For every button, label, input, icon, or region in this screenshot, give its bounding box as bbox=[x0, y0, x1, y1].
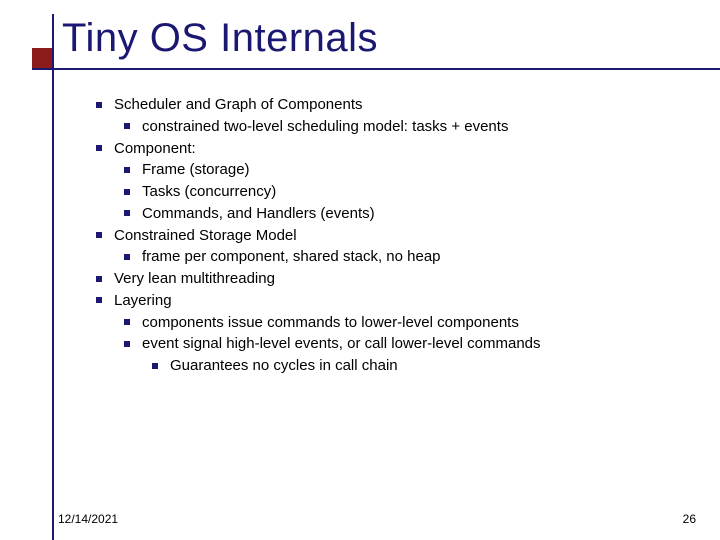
bullet-text: Layering bbox=[114, 292, 172, 309]
list-item: Frame (storage) bbox=[120, 159, 690, 181]
bullet-text: event signal high-level events, or call … bbox=[142, 335, 541, 352]
slide-title: Tiny OS Internals bbox=[62, 16, 378, 61]
bullet-text: Constrained Storage Model bbox=[114, 227, 297, 244]
list-item: constrained two-level scheduling model: … bbox=[120, 116, 690, 138]
list-item: frame per component, shared stack, no he… bbox=[120, 246, 690, 268]
list-item: Component: Frame (storage) Tasks (concur… bbox=[92, 138, 690, 225]
list-item: Scheduler and Graph of Components constr… bbox=[92, 94, 690, 138]
list-item: Guarantees no cycles in call chain bbox=[148, 355, 690, 377]
bullet-text: Tasks (concurrency) bbox=[142, 183, 276, 200]
bullet-text: Very lean multithreading bbox=[114, 270, 275, 287]
list-item: Tasks (concurrency) bbox=[120, 181, 690, 203]
list-item: Layering components issue commands to lo… bbox=[92, 290, 690, 377]
bullet-text: frame per component, shared stack, no he… bbox=[142, 248, 441, 265]
footer-date: 12/14/2021 bbox=[58, 512, 118, 526]
bullet-text: Commands, and Handlers (events) bbox=[142, 205, 375, 222]
accent-square-icon bbox=[32, 48, 52, 68]
list-item: Very lean multithreading bbox=[92, 268, 690, 290]
bullet-text: components issue commands to lower-level… bbox=[142, 314, 519, 331]
slide-body: Scheduler and Graph of Components constr… bbox=[92, 94, 690, 377]
bullet-text: Frame (storage) bbox=[142, 161, 250, 178]
list-item: event signal high-level events, or call … bbox=[120, 333, 690, 377]
footer-page-number: 26 bbox=[683, 512, 696, 526]
bullet-text: Guarantees no cycles in call chain bbox=[170, 357, 398, 374]
bullet-text: constrained two-level scheduling model: … bbox=[142, 118, 508, 135]
list-item: Commands, and Handlers (events) bbox=[120, 203, 690, 225]
horizontal-rule bbox=[32, 68, 720, 70]
list-item: components issue commands to lower-level… bbox=[120, 312, 690, 334]
list-item: Constrained Storage Model frame per comp… bbox=[92, 225, 690, 269]
bullet-text: Scheduler and Graph of Components bbox=[114, 96, 363, 113]
bullet-text: Component: bbox=[114, 140, 196, 157]
vertical-rule bbox=[52, 14, 54, 540]
